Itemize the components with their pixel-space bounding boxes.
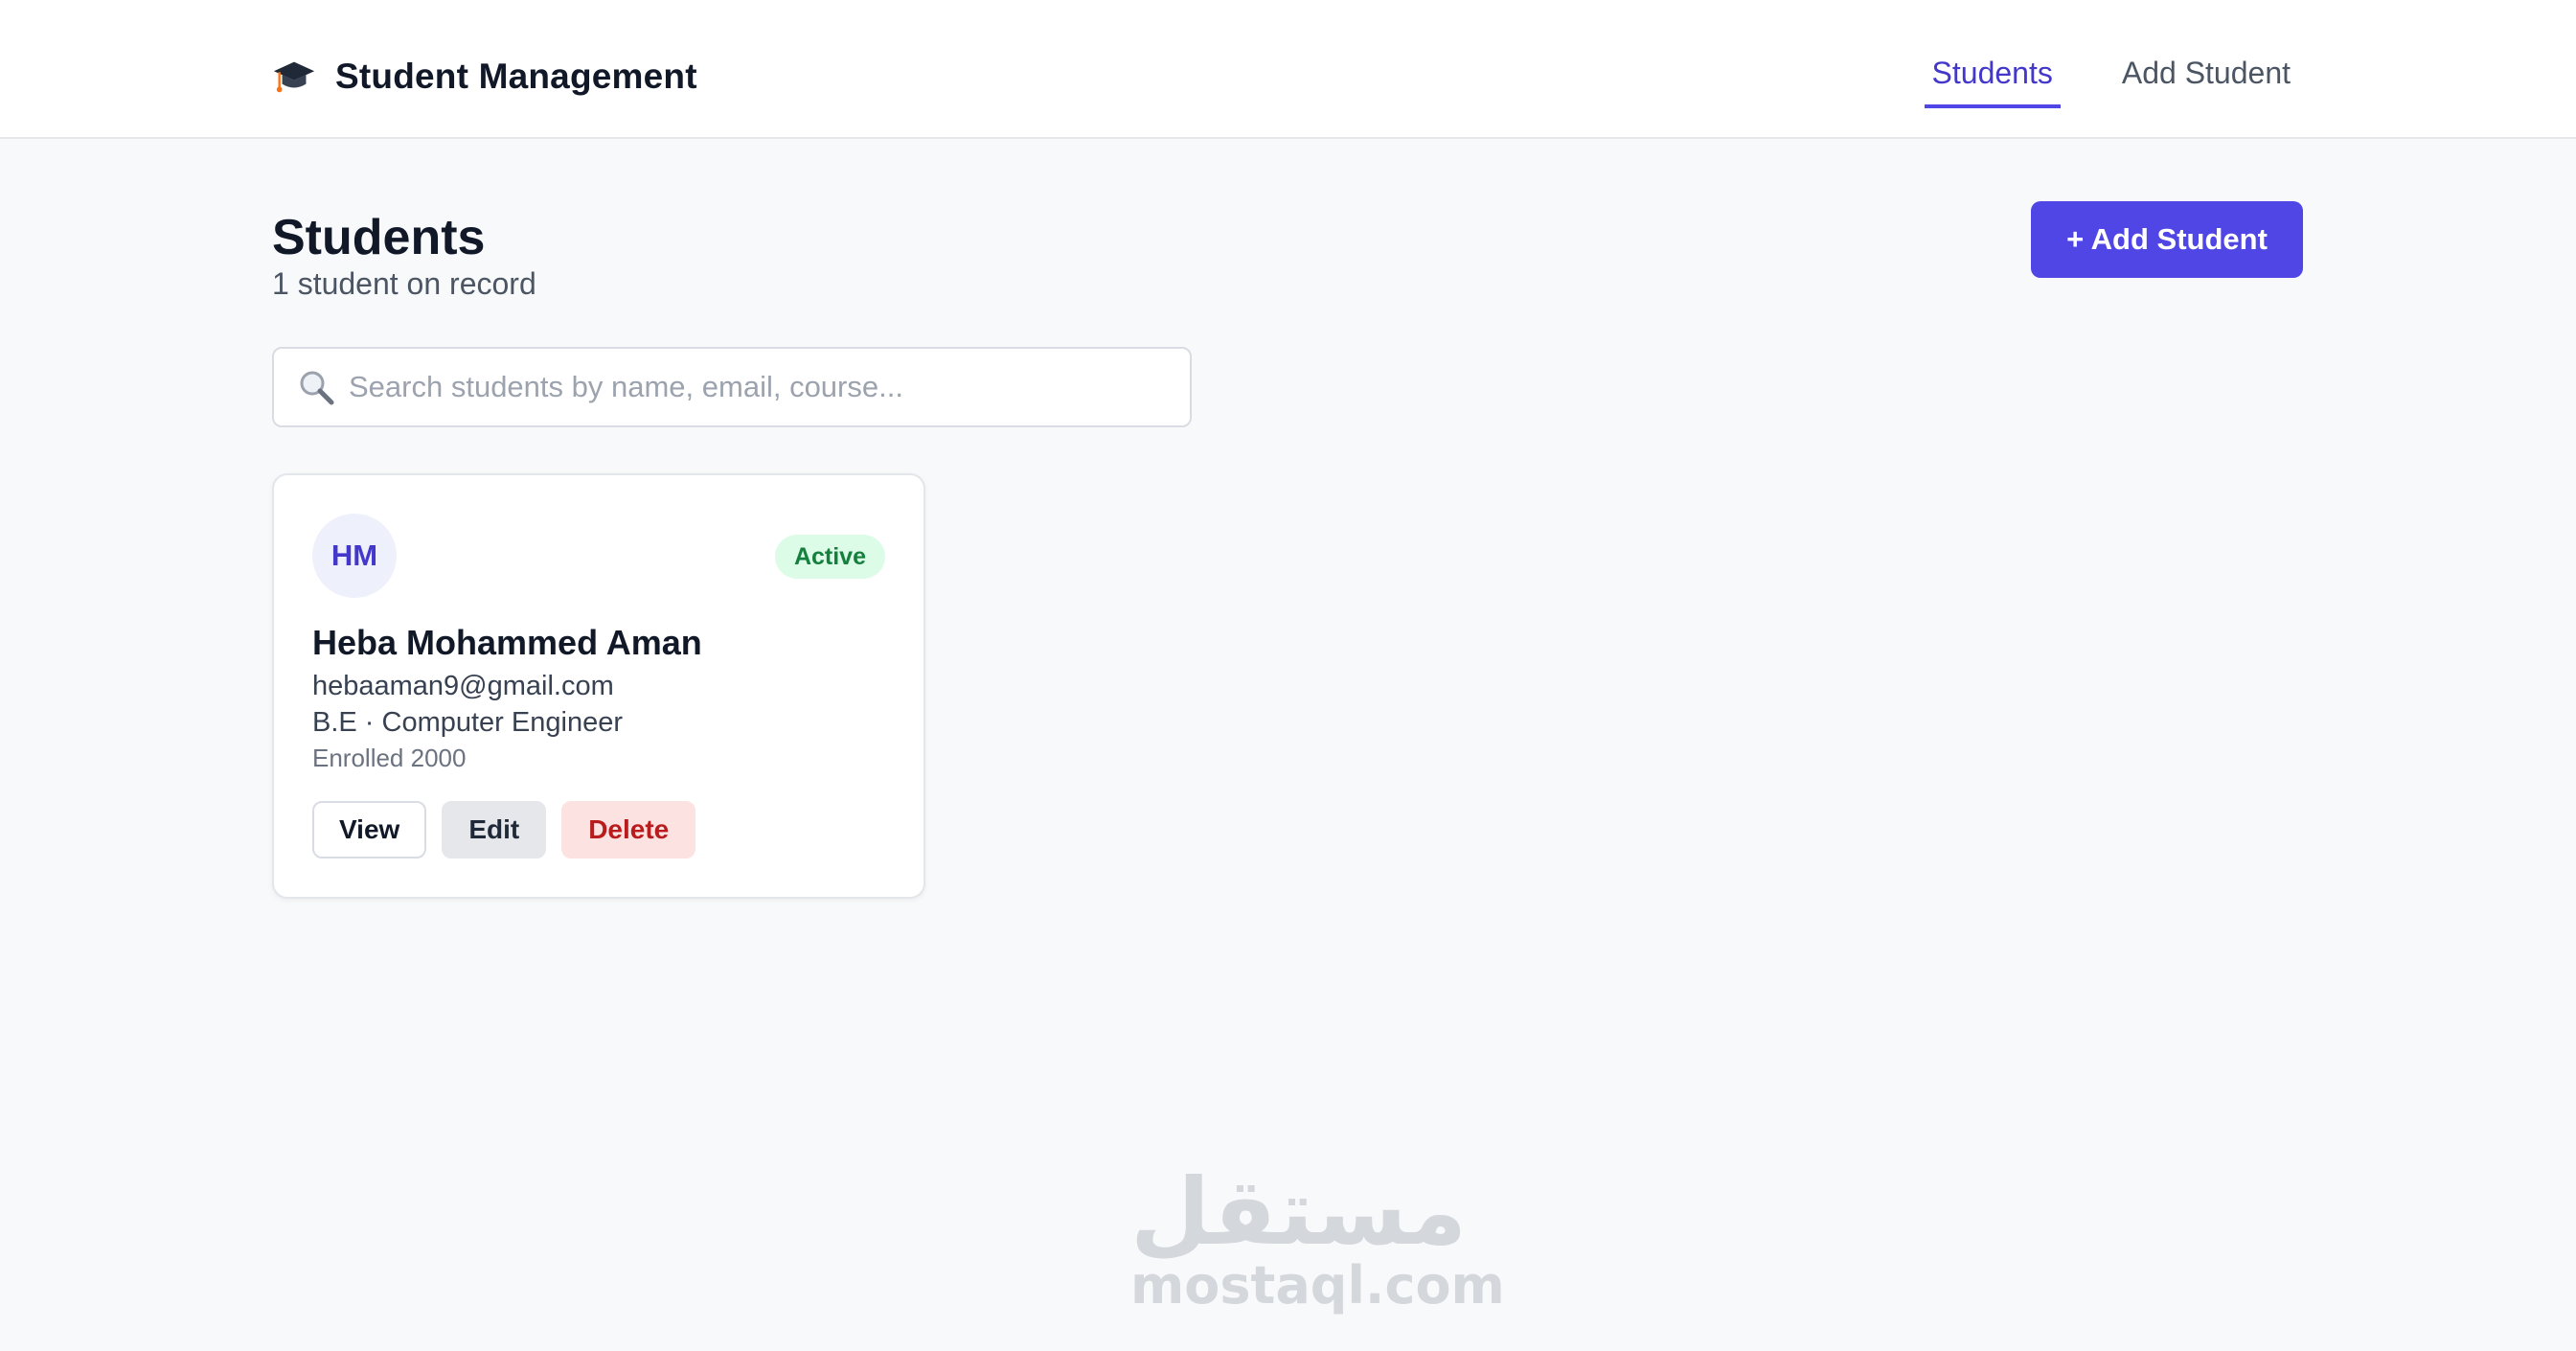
search-icon (300, 371, 334, 405)
nav-add-student[interactable]: Add Student (2114, 50, 2298, 108)
student-name: Heba Mohammed Aman (312, 623, 702, 662)
top-nav: Students Add Student (1924, 50, 2298, 108)
student-count: 1 student on record (272, 266, 536, 301)
delete-button[interactable]: Delete (561, 801, 696, 859)
student-card: HM Active Heba Mohammed Aman hebaaman9@g… (272, 473, 925, 899)
brand[interactable]: Student Management (272, 50, 697, 103)
watermark-latin: mostaql.com (1130, 1255, 1505, 1316)
watermark-arabic: مستقل (1130, 1158, 1468, 1266)
search-box[interactable] (272, 347, 1192, 427)
search-input[interactable] (349, 370, 1173, 404)
nav-students[interactable]: Students (1924, 50, 2061, 108)
card-actions: View Edit Delete (312, 801, 696, 859)
student-email: hebaaman9@gmail.com (312, 671, 614, 701)
view-button[interactable]: View (312, 801, 427, 859)
status-badge: Active (774, 535, 885, 579)
student-enrolled: Enrolled 2000 (312, 744, 467, 772)
edit-button[interactable]: Edit (442, 801, 547, 859)
student-course: B.E · Computer Engineer (312, 707, 623, 738)
add-student-button[interactable]: + Add Student (2031, 201, 2303, 278)
page-title: Students (272, 210, 486, 265)
app-header: Student Management Students Add Student (0, 0, 2576, 139)
graduation-cap-icon (273, 61, 315, 93)
avatar: HM (312, 514, 397, 598)
watermark: مستقل mostaql.com (1130, 1158, 1505, 1332)
app-title: Student Management (335, 57, 697, 96)
